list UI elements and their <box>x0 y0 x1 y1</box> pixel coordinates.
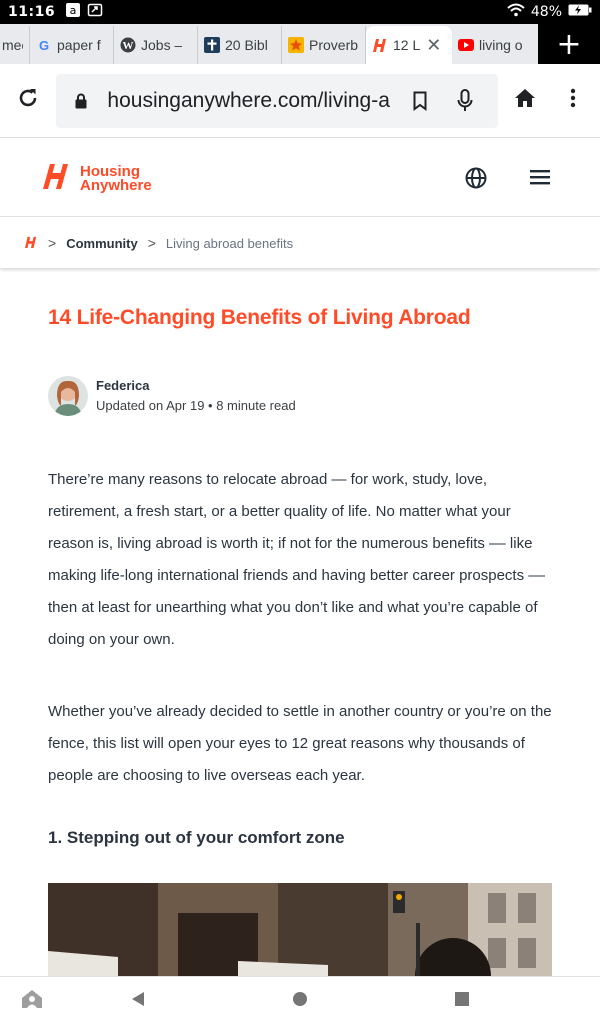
breadcrumb-home-icon[interactable] <box>24 236 38 251</box>
author-block: Federica Updated on Apr 19 • 8 minute re… <box>48 376 296 416</box>
clock: 11:16 <box>8 4 56 20</box>
section-heading: 1. Stepping out of your comfort zone <box>48 828 345 847</box>
globe-icon <box>464 167 488 194</box>
browser-menu-button[interactable] <box>550 88 596 113</box>
article: 14 Life-Changing Benefits of Living Abro… <box>0 268 600 976</box>
housing-anywhere-favicon <box>372 37 388 53</box>
tab-3[interactable]: 20 Bibl <box>198 26 282 64</box>
tab-2[interactable]: W Jobs – <box>114 26 198 64</box>
article-title: 14 Life-Changing Benefits of Living Abro… <box>48 306 471 329</box>
article-paragraph: There’re many reasons to relocate abroad… <box>48 471 545 648</box>
browser-toolbar: housinganywhere.com/living-a <box>0 64 600 138</box>
battery-level: 48% <box>530 4 562 20</box>
reload-icon <box>16 86 40 115</box>
article-meta: Updated on Apr 19 • 8 minute read <box>96 398 296 413</box>
amazon-notification-icon: a <box>65 2 81 22</box>
tab-4[interactable]: Proverb <box>282 26 366 64</box>
logo-line-2: Anywhere <box>80 176 152 194</box>
tab-1[interactable]: G paper f <box>30 26 114 64</box>
article-paragraph: Whether you’ve already decided to settle… <box>48 703 552 784</box>
plus-icon: + <box>556 26 582 62</box>
chevron-right-icon: > <box>147 235 156 251</box>
language-button[interactable] <box>464 166 488 195</box>
house-person-icon <box>21 989 43 1014</box>
home-nav-button[interactable] <box>280 977 320 1024</box>
app-launcher-button[interactable] <box>12 977 52 1024</box>
housing-anywhere-logo-icon <box>42 163 74 194</box>
battery-charging-icon <box>568 4 592 20</box>
cross-icon <box>204 37 220 53</box>
tab-6[interactable]: living o <box>452 26 536 64</box>
home-circle-icon <box>292 991 308 1012</box>
breadcrumb-community[interactable]: Community <box>66 236 138 251</box>
status-bar: 11:16 a 48% <box>0 0 600 24</box>
recents-square-icon <box>454 991 470 1012</box>
close-tab-icon[interactable]: ✕ <box>426 35 441 56</box>
svg-text:G: G <box>39 38 49 52</box>
tab-strip: mec G paper f W Jobs – 20 Bibl Proverb <box>0 24 600 64</box>
tab-0[interactable]: mec <box>0 26 30 64</box>
reload-button[interactable] <box>0 86 56 115</box>
svg-text:W: W <box>123 40 134 52</box>
breadcrumb-current[interactable]: Living abroad benefits <box>166 236 293 251</box>
microphone-icon[interactable] <box>443 88 488 113</box>
back-button[interactable] <box>118 977 158 1024</box>
site-menu-button[interactable] <box>528 167 552 192</box>
svg-text:a: a <box>70 4 77 17</box>
back-triangle-icon <box>130 991 146 1012</box>
author-avatar[interactable] <box>48 376 88 416</box>
url-text[interactable]: housinganywhere.com/living-a <box>107 89 397 113</box>
breadcrumb: > Community > Living abroad benefits <box>0 218 600 268</box>
recents-button[interactable] <box>442 977 482 1024</box>
lock-icon[interactable] <box>66 93 95 109</box>
tab-active[interactable]: 12 L ✕ <box>366 26 452 64</box>
chevron-right-icon: > <box>48 235 57 251</box>
bookmark-icon[interactable] <box>398 91 443 111</box>
system-nav-bar <box>0 976 600 1024</box>
wordpress-icon: W <box>120 37 136 53</box>
home-icon <box>514 88 536 113</box>
site-header: Housing Anywhere <box>0 139 600 217</box>
screenshot-notification-icon <box>87 2 103 22</box>
article-hero-image <box>48 883 552 976</box>
youtube-icon <box>458 37 474 53</box>
omnibox[interactable]: housinganywhere.com/living-a <box>56 73 498 128</box>
google-icon: G <box>36 37 52 53</box>
housing-anywhere-logo[interactable]: Housing Anywhere <box>42 163 152 194</box>
new-tab-button[interactable]: + <box>538 24 600 64</box>
author-name[interactable]: Federica <box>96 376 296 396</box>
more-vert-icon <box>570 88 576 113</box>
home-button[interactable] <box>500 88 550 113</box>
hamburger-menu-icon <box>528 170 552 191</box>
star-icon <box>288 37 304 53</box>
wifi-icon <box>507 3 525 21</box>
